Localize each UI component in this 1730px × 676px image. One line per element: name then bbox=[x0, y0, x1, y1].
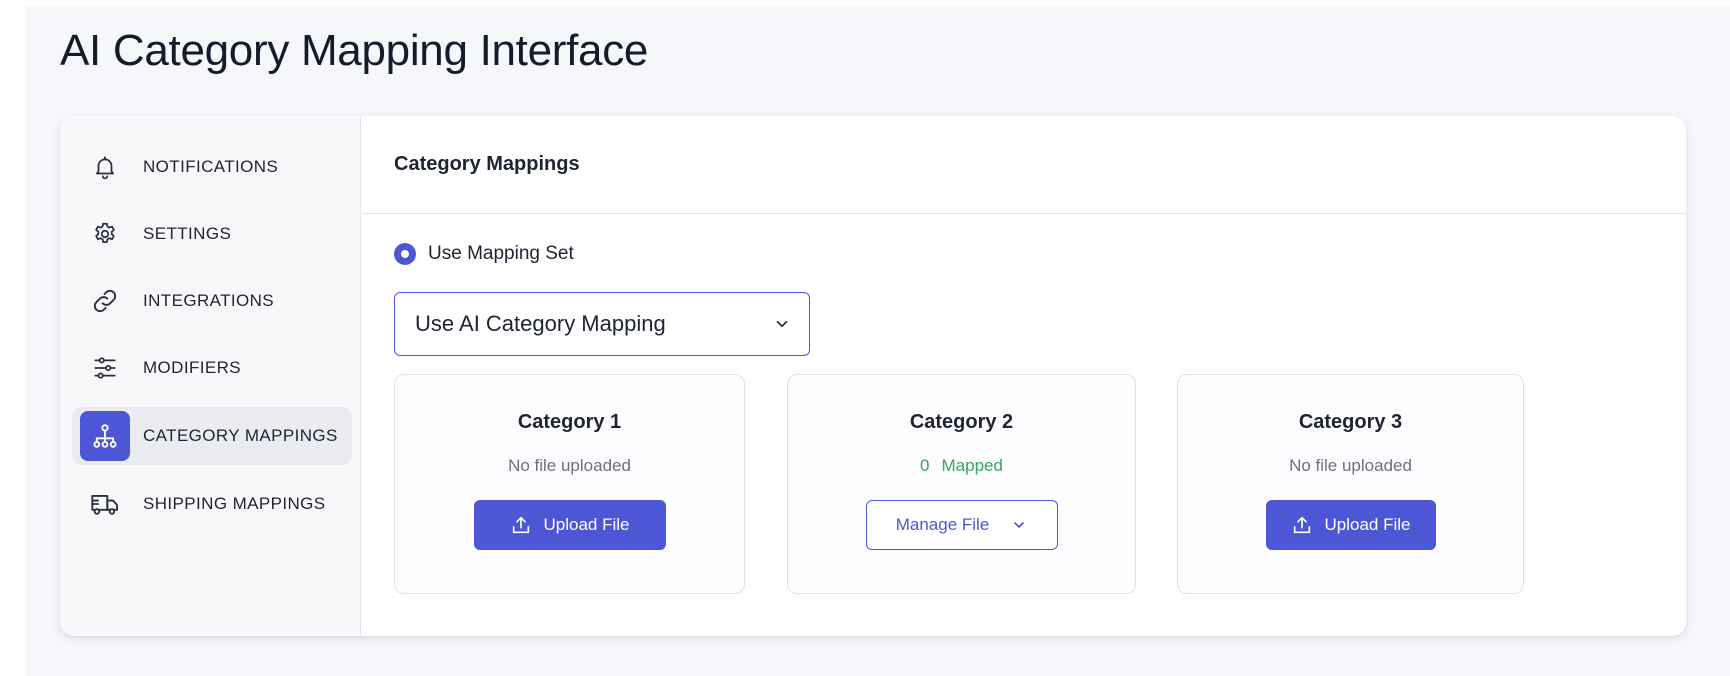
category-status: 0 Mapped bbox=[920, 456, 1003, 476]
sidebar-item-label: MODIFIERS bbox=[143, 358, 242, 377]
category-card-1: Category 1 No file uploaded Upload File bbox=[394, 374, 745, 594]
sidebar-item-label: INTEGRATIONS bbox=[143, 291, 275, 310]
radio-label: Use Mapping Set bbox=[428, 243, 574, 264]
mapped-label: Mapped bbox=[941, 456, 1003, 475]
section-title: Category Mappings bbox=[394, 153, 580, 175]
category-title: Category 3 bbox=[1298, 411, 1403, 433]
page-background: AI Category Mapping Interface NOTIFICATI… bbox=[26, 6, 1730, 676]
use-mapping-set-radio[interactable]: Use Mapping Set bbox=[394, 243, 574, 265]
category-card-2: Category 2 0 Mapped Manage File bbox=[787, 374, 1136, 594]
upload-file-button[interactable]: Upload File bbox=[1265, 500, 1436, 550]
sidebar-item-settings[interactable]: SETTINGS bbox=[72, 205, 352, 263]
upload-icon bbox=[1291, 514, 1313, 536]
mapping-mode-select[interactable]: Use AI Category Mapping bbox=[394, 292, 810, 356]
sidebar-item-notifications[interactable]: NOTIFICATIONS bbox=[72, 138, 352, 196]
select-value: Use AI Category Mapping bbox=[415, 311, 666, 336]
settings-card: NOTIFICATIONS SETTINGS INTEGRATIONS MODI… bbox=[60, 116, 1686, 636]
upload-file-button[interactable]: Upload File bbox=[473, 500, 666, 550]
category-title: Category 2 bbox=[909, 411, 1014, 433]
sidebar-item-category-mappings[interactable]: CATEGORY MAPPINGS bbox=[72, 407, 352, 465]
sidebar-item-label: CATEGORY MAPPINGS bbox=[143, 426, 338, 445]
category-status: No file uploaded bbox=[1289, 456, 1412, 475]
sidebar-item-modifiers[interactable]: MODIFIERS bbox=[72, 339, 352, 397]
section-header: Category Mappings bbox=[362, 116, 1686, 214]
upload-icon bbox=[510, 514, 532, 536]
button-label: Upload File bbox=[1324, 515, 1411, 534]
button-label: Manage File bbox=[895, 515, 990, 534]
manage-file-button[interactable]: Manage File bbox=[865, 500, 1058, 550]
bell-icon bbox=[80, 142, 130, 192]
hierarchy-icon bbox=[80, 411, 130, 461]
truck-icon bbox=[80, 479, 130, 529]
category-status: No file uploaded bbox=[508, 456, 631, 475]
page-title: AI Category Mapping Interface bbox=[60, 26, 649, 75]
button-label: Upload File bbox=[543, 515, 630, 534]
mapped-count: 0 bbox=[920, 456, 930, 475]
sidebar-item-shipping-mappings[interactable]: SHIPPING MAPPINGS bbox=[72, 475, 352, 533]
main-panel: Category Mappings Use Mapping Set Use AI… bbox=[362, 116, 1686, 636]
sidebar-item-integrations[interactable]: INTEGRATIONS bbox=[72, 272, 352, 330]
category-card-3: Category 3 No file uploaded Upload File bbox=[1177, 374, 1524, 594]
sidebar-item-label: SHIPPING MAPPINGS bbox=[143, 494, 326, 513]
sliders-icon bbox=[80, 343, 130, 393]
gear-icon bbox=[80, 209, 130, 259]
category-title: Category 1 bbox=[517, 411, 622, 433]
sidebar-item-label: NOTIFICATIONS bbox=[143, 157, 279, 176]
sidebar: NOTIFICATIONS SETTINGS INTEGRATIONS MODI… bbox=[60, 116, 361, 636]
sidebar-item-label: SETTINGS bbox=[143, 224, 232, 243]
radio-selected-indicator[interactable] bbox=[394, 243, 416, 265]
chevron-down-icon bbox=[773, 315, 791, 333]
chevron-down-icon bbox=[1011, 517, 1027, 533]
link-icon bbox=[80, 276, 130, 326]
